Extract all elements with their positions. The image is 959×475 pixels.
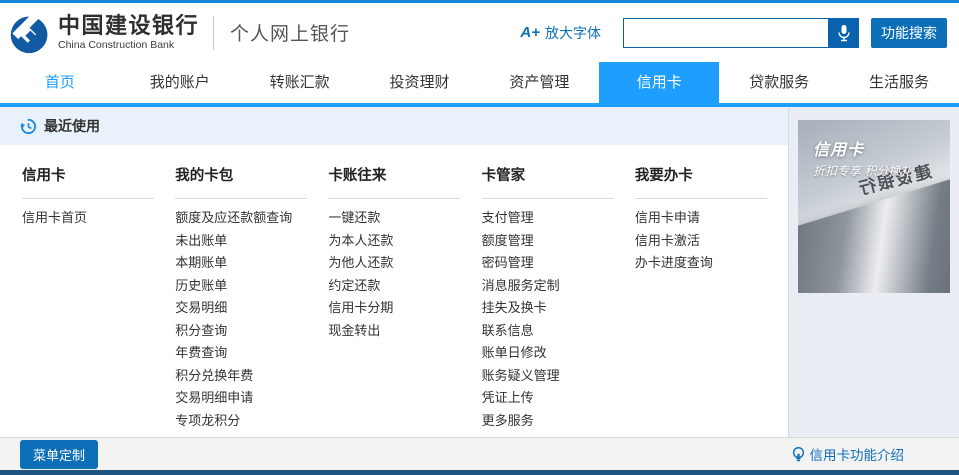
tab-my-accounts[interactable]: 我的账户: [120, 62, 240, 103]
banner-subtitle: 折扣专享 积分换礼: [813, 162, 912, 179]
menu-item[interactable]: 现金转出: [328, 320, 481, 343]
ccb-logo-icon: [8, 11, 52, 55]
header-divider: [213, 16, 214, 50]
menu-column-header: 卡账往来: [328, 161, 481, 185]
menu-column-card-manager: 卡管家 支付管理 额度管理 密码管理 消息服务定制 挂失及换卡 联系信息 账单日…: [482, 161, 635, 432]
credit-card-intro-link[interactable]: 信用卡功能介绍: [791, 444, 905, 464]
menu-item[interactable]: 为本人还款: [328, 230, 481, 253]
menu-item[interactable]: 密码管理: [482, 252, 635, 275]
search-group: [623, 18, 859, 48]
menu-column-apply-card: 我要办卡 信用卡申请 信用卡激活 办卡进度查询: [635, 161, 788, 432]
menu-item[interactable]: 信用卡分期: [328, 297, 481, 320]
menu-item[interactable]: 一键还款: [328, 207, 481, 230]
content-area: 最近使用 信用卡 信用卡首页 我的卡包 额度及应还款额查询 未出账单 本期账单 …: [0, 107, 959, 437]
header: 中国建设银行 China Construction Bank 个人网上银行 A+…: [0, 3, 959, 62]
column-divider: [175, 198, 307, 199]
menu-item[interactable]: 信用卡首页: [22, 207, 175, 230]
menu-item[interactable]: 挂失及换卡: [482, 297, 635, 320]
credit-card-intro-label: 信用卡功能介绍: [810, 444, 905, 464]
brand-block: 中国建设银行 China Construction Bank: [58, 15, 199, 51]
tab-credit-card[interactable]: 信用卡: [599, 62, 719, 103]
tab-loan-services[interactable]: 贷款服务: [719, 62, 839, 103]
tab-transfer[interactable]: 转账汇款: [240, 62, 360, 103]
column-divider: [635, 198, 767, 199]
menu-item[interactable]: 约定还款: [328, 275, 481, 298]
menu-item[interactable]: 账单日修改: [482, 342, 635, 365]
brand-name-en: China Construction Bank: [58, 40, 199, 51]
menu-item[interactable]: 未出账单: [175, 230, 328, 253]
portal-title: 个人网上银行: [230, 19, 350, 46]
function-search-button[interactable]: 功能搜索: [871, 18, 947, 48]
brand-name-cn: 中国建设银行: [58, 15, 199, 37]
column-divider: [328, 198, 460, 199]
menu-item[interactable]: 信用卡申请: [635, 207, 788, 230]
banner-title: 信用卡: [813, 136, 864, 160]
menu-column-header: 卡管家: [482, 161, 635, 185]
tab-life-services[interactable]: 生活服务: [839, 62, 959, 103]
tab-investment[interactable]: 投资理财: [360, 62, 480, 103]
menu-column-credit-card: 信用卡 信用卡首页: [22, 161, 175, 432]
bottom-bar: 菜单定制 信用卡功能介绍: [0, 437, 959, 470]
menu-item[interactable]: 专项龙积分: [175, 410, 328, 433]
promo-panel: 建设银行 信用卡 折扣专享 积分换礼: [788, 107, 959, 437]
menu-item[interactable]: 额度及应还款额查询: [175, 207, 328, 230]
menu-item[interactable]: 更多服务: [482, 410, 635, 433]
font-zoom-link[interactable]: A+ 放大字体: [520, 23, 601, 43]
menu-item[interactable]: 信用卡激活: [635, 230, 788, 253]
font-zoom-label: 放大字体: [545, 23, 601, 43]
menu-item[interactable]: 办卡进度查询: [635, 252, 788, 275]
menu-item[interactable]: 历史账单: [175, 275, 328, 298]
menu-columns: 信用卡 信用卡首页 我的卡包 额度及应还款额查询 未出账单 本期账单 历史账单 …: [0, 145, 788, 432]
recently-used-bar[interactable]: 最近使用: [0, 107, 788, 145]
font-zoom-icon: A+: [520, 24, 540, 41]
column-divider: [22, 198, 154, 199]
credit-card-promo-banner[interactable]: 建设银行 信用卡 折扣专享 积分换礼: [798, 120, 950, 293]
history-clock-icon: [20, 118, 37, 135]
menu-item[interactable]: 账务疑义管理: [482, 365, 635, 388]
menu-item[interactable]: 交易明细申请: [175, 387, 328, 410]
menu-item[interactable]: 联系信息: [482, 320, 635, 343]
tab-asset-management[interactable]: 资产管理: [480, 62, 600, 103]
menu-column-header: 信用卡: [22, 161, 175, 185]
menu-item[interactable]: 为他人还款: [328, 252, 481, 275]
menu-column-header: 我要办卡: [635, 161, 788, 185]
menu-column-header: 我的卡包: [175, 161, 328, 185]
menu-item[interactable]: 消息服务定制: [482, 275, 635, 298]
column-divider: [482, 198, 614, 199]
menu-item[interactable]: 支付管理: [482, 207, 635, 230]
menu-customize-button[interactable]: 菜单定制: [20, 440, 98, 469]
menu-item[interactable]: 年费查询: [175, 342, 328, 365]
menu-panel: 最近使用 信用卡 信用卡首页 我的卡包 额度及应还款额查询 未出账单 本期账单 …: [0, 107, 788, 437]
menu-column-card-transactions: 卡账往来 一键还款 为本人还款 为他人还款 约定还款 信用卡分期 现金转出: [328, 161, 481, 432]
search-input[interactable]: [623, 18, 828, 48]
main-nav: 首页 我的账户 转账汇款 投资理财 资产管理 信用卡 贷款服务 生活服务: [0, 62, 959, 103]
voice-search-button[interactable]: [828, 18, 859, 48]
bottom-navy-strip: [0, 470, 959, 475]
tab-home[interactable]: 首页: [0, 62, 120, 103]
microphone-icon: [837, 24, 851, 42]
menu-item[interactable]: 额度管理: [482, 230, 635, 253]
menu-column-my-cards: 我的卡包 额度及应还款额查询 未出账单 本期账单 历史账单 交易明细 积分查询 …: [175, 161, 328, 432]
menu-item[interactable]: 交易明细: [175, 297, 328, 320]
menu-item[interactable]: 积分查询: [175, 320, 328, 343]
menu-item[interactable]: 积分兑换年费: [175, 365, 328, 388]
recently-used-label: 最近使用: [44, 116, 100, 136]
menu-item[interactable]: 本期账单: [175, 252, 328, 275]
lightbulb-icon: [791, 446, 806, 463]
menu-item[interactable]: 凭证上传: [482, 387, 635, 410]
